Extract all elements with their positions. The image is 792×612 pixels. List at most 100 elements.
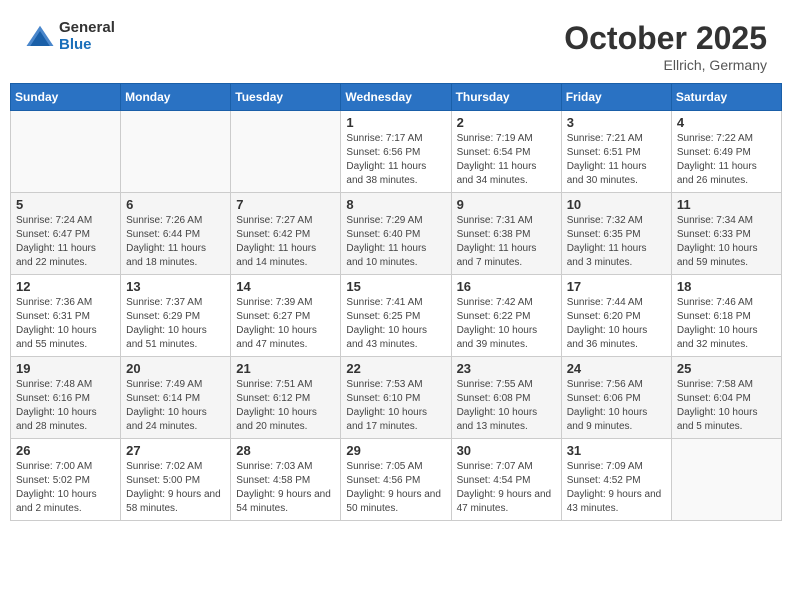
day-number: 19 (16, 361, 115, 376)
logo-text: General Blue (59, 20, 115, 53)
day-info: Sunrise: 7:09 AM Sunset: 4:52 PM Dayligh… (567, 460, 666, 516)
calendar-cell: 22 Sunrise: 7:53 AM Sunset: 6:10 PM Dayli… (341, 357, 451, 439)
weekday-header-thursday: Thursday (451, 84, 561, 111)
calendar-cell: 8 Sunrise: 7:29 AM Sunset: 6:40 PM Daylig… (341, 193, 451, 275)
day-info: Sunrise: 7:27 AM Sunset: 6:42 PM Dayligh… (236, 214, 335, 270)
day-info: Sunrise: 7:32 AM Sunset: 6:35 PM Dayligh… (567, 214, 666, 270)
calendar-cell: 7 Sunrise: 7:27 AM Sunset: 6:42 PM Daylig… (231, 193, 341, 275)
day-info: Sunrise: 7:55 AM Sunset: 6:08 PM Dayligh… (457, 378, 556, 434)
calendar-cell: 10 Sunrise: 7:32 AM Sunset: 6:35 PM Dayli… (561, 193, 671, 275)
calendar-cell: 3 Sunrise: 7:21 AM Sunset: 6:51 PM Daylig… (561, 111, 671, 193)
weekday-header-friday: Friday (561, 84, 671, 111)
title-block: October 2025 Ellrich, Germany (564, 20, 767, 73)
calendar-cell: 15Sunrise: 7:41 AM Sunset: 6:25 PM Dayli… (341, 275, 451, 357)
day-info: Sunrise: 7:05 AM Sunset: 4:56 PM Dayligh… (346, 460, 445, 516)
day-number: 10 (567, 197, 666, 212)
calendar-cell: 11 Sunrise: 7:34 AM Sunset: 6:33 PM Dayli… (671, 193, 781, 275)
day-number: 2 (457, 115, 556, 130)
day-info: Sunrise: 7:02 AM Sunset: 5:00 PM Dayligh… (126, 460, 225, 516)
day-info: Sunrise: 7:03 AM Sunset: 4:58 PM Dayligh… (236, 460, 335, 516)
calendar-cell: 9Sunrise: 7:31 AM Sunset: 6:38 PM Daylig… (451, 193, 561, 275)
day-number: 3 (567, 115, 666, 130)
day-info: Sunrise: 7:29 AM Sunset: 6:40 PM Dayligh… (346, 214, 445, 270)
calendar-cell: 25 Sunrise: 7:58 AM Sunset: 6:04 PM Dayli… (671, 357, 781, 439)
day-info: Sunrise: 7:17 AM Sunset: 6:56 PM Dayligh… (346, 132, 445, 188)
day-number: 28 (236, 443, 335, 458)
calendar-table: SundayMondayTuesdayWednesdayThursdayFrid… (10, 83, 782, 521)
calendar-cell: 26Sunrise: 7:00 AM Sunset: 5:02 PM Dayli… (11, 439, 121, 521)
day-info: Sunrise: 7:56 AM Sunset: 6:06 PM Dayligh… (567, 378, 666, 434)
logo: General Blue (25, 20, 115, 53)
calendar-week-row: 19Sunrise: 7:48 AM Sunset: 6:16 PM Dayli… (11, 357, 782, 439)
day-number: 31 (567, 443, 666, 458)
day-number: 16 (457, 279, 556, 294)
day-info: Sunrise: 7:39 AM Sunset: 6:27 PM Dayligh… (236, 296, 335, 352)
calendar-week-row: 1 Sunrise: 7:17 AM Sunset: 6:56 PM Daylig… (11, 111, 782, 193)
calendar-cell: 2 Sunrise: 7:19 AM Sunset: 6:54 PM Daylig… (451, 111, 561, 193)
calendar-cell: 29Sunrise: 7:05 AM Sunset: 4:56 PM Dayli… (341, 439, 451, 521)
day-number: 14 (236, 279, 335, 294)
calendar-cell: 20 Sunrise: 7:49 AM Sunset: 6:14 PM Dayli… (121, 357, 231, 439)
calendar-cell: 19Sunrise: 7:48 AM Sunset: 6:16 PM Dayli… (11, 357, 121, 439)
calendar-cell: 14 Sunrise: 7:39 AM Sunset: 6:27 PM Dayli… (231, 275, 341, 357)
day-number: 13 (126, 279, 225, 294)
day-number: 8 (346, 197, 445, 212)
day-info: Sunrise: 7:24 AM Sunset: 6:47 PM Dayligh… (16, 214, 115, 270)
calendar-cell: 4Sunrise: 7:22 AM Sunset: 6:49 PM Daylig… (671, 111, 781, 193)
day-number: 7 (236, 197, 335, 212)
day-info: Sunrise: 7:36 AM Sunset: 6:31 PM Dayligh… (16, 296, 115, 352)
calendar-cell (121, 111, 231, 193)
day-info: Sunrise: 7:58 AM Sunset: 6:04 PM Dayligh… (677, 378, 776, 434)
day-number: 27 (126, 443, 225, 458)
day-number: 21 (236, 361, 335, 376)
calendar-cell: 23 Sunrise: 7:55 AM Sunset: 6:08 PM Dayli… (451, 357, 561, 439)
calendar-cell: 13 Sunrise: 7:37 AM Sunset: 6:29 PM Dayli… (121, 275, 231, 357)
day-info: Sunrise: 7:26 AM Sunset: 6:44 PM Dayligh… (126, 214, 225, 270)
calendar-cell (671, 439, 781, 521)
calendar-cell: 12 Sunrise: 7:36 AM Sunset: 6:31 PM Dayli… (11, 275, 121, 357)
day-number: 17 (567, 279, 666, 294)
logo-general-text: General (59, 20, 115, 37)
day-info: Sunrise: 7:34 AM Sunset: 6:33 PM Dayligh… (677, 214, 776, 270)
day-info: Sunrise: 7:53 AM Sunset: 6:10 PM Dayligh… (346, 378, 445, 434)
day-number: 11 (677, 197, 776, 212)
day-info: Sunrise: 7:22 AM Sunset: 6:49 PM Dayligh… (677, 132, 776, 188)
day-number: 23 (457, 361, 556, 376)
day-number: 22 (346, 361, 445, 376)
calendar-cell: 17 Sunrise: 7:44 AM Sunset: 6:20 PM Dayli… (561, 275, 671, 357)
calendar-week-row: 5 Sunrise: 7:24 AM Sunset: 6:47 PM Daylig… (11, 193, 782, 275)
page-header: General Blue October 2025 Ellrich, Germa… (10, 10, 782, 78)
day-number: 18 (677, 279, 776, 294)
weekday-header-saturday: Saturday (671, 84, 781, 111)
day-number: 20 (126, 361, 225, 376)
weekday-header-wednesday: Wednesday (341, 84, 451, 111)
day-info: Sunrise: 7:44 AM Sunset: 6:20 PM Dayligh… (567, 296, 666, 352)
day-info: Sunrise: 7:49 AM Sunset: 6:14 PM Dayligh… (126, 378, 225, 434)
calendar-cell (11, 111, 121, 193)
calendar-week-row: 26Sunrise: 7:00 AM Sunset: 5:02 PM Dayli… (11, 439, 782, 521)
day-info: Sunrise: 7:19 AM Sunset: 6:54 PM Dayligh… (457, 132, 556, 188)
day-info: Sunrise: 7:42 AM Sunset: 6:22 PM Dayligh… (457, 296, 556, 352)
calendar-cell: 27 Sunrise: 7:02 AM Sunset: 5:00 PM Dayli… (121, 439, 231, 521)
calendar-cell: 18Sunrise: 7:46 AM Sunset: 6:18 PM Dayli… (671, 275, 781, 357)
day-info: Sunrise: 7:21 AM Sunset: 6:51 PM Dayligh… (567, 132, 666, 188)
day-number: 1 (346, 115, 445, 130)
calendar-cell: 5 Sunrise: 7:24 AM Sunset: 6:47 PM Daylig… (11, 193, 121, 275)
calendar-cell (231, 111, 341, 193)
weekday-header-monday: Monday (121, 84, 231, 111)
day-number: 26 (16, 443, 115, 458)
day-info: Sunrise: 7:41 AM Sunset: 6:25 PM Dayligh… (346, 296, 445, 352)
calendar-week-row: 12 Sunrise: 7:36 AM Sunset: 6:31 PM Dayli… (11, 275, 782, 357)
day-number: 25 (677, 361, 776, 376)
logo-icon (25, 22, 55, 52)
calendar-cell: 21 Sunrise: 7:51 AM Sunset: 6:12 PM Dayli… (231, 357, 341, 439)
day-info: Sunrise: 7:37 AM Sunset: 6:29 PM Dayligh… (126, 296, 225, 352)
calendar-cell: 28 Sunrise: 7:03 AM Sunset: 4:58 PM Dayli… (231, 439, 341, 521)
weekday-header-tuesday: Tuesday (231, 84, 341, 111)
location-subtitle: Ellrich, Germany (564, 57, 767, 73)
day-info: Sunrise: 7:51 AM Sunset: 6:12 PM Dayligh… (236, 378, 335, 434)
day-number: 30 (457, 443, 556, 458)
day-number: 5 (16, 197, 115, 212)
day-info: Sunrise: 7:31 AM Sunset: 6:38 PM Dayligh… (457, 214, 556, 270)
day-number: 12 (16, 279, 115, 294)
